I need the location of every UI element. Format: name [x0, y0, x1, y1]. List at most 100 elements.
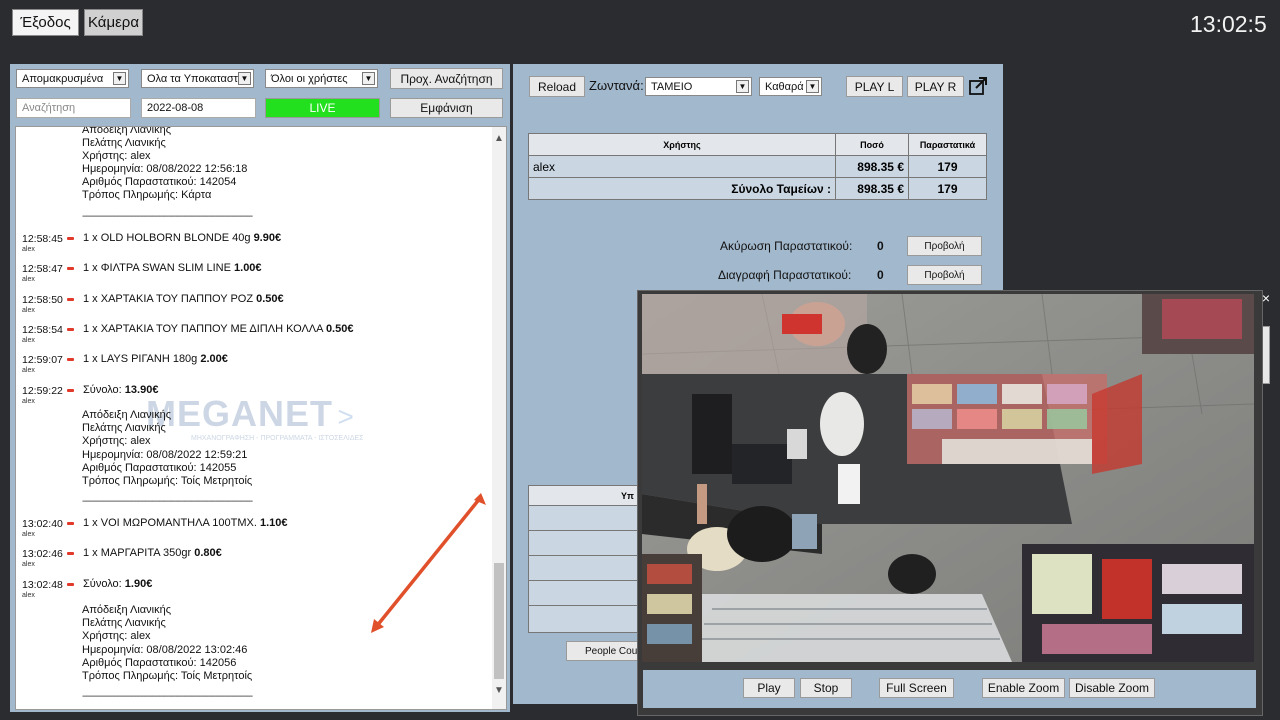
receipt-line: Τρόπος Πληρωμής: Τοίς Μετρητοίς	[82, 670, 253, 682]
play-button[interactable]: Play	[743, 678, 795, 698]
minus-icon	[67, 298, 74, 301]
separator: ----------------------------------------…	[82, 496, 253, 507]
external-link-icon[interactable]	[968, 77, 988, 96]
log-scrollbar[interactable]: ▲ ▼	[492, 127, 506, 709]
search-input[interactable]: Αναζήτηση	[16, 98, 131, 118]
entry-time: 12:58:50	[22, 294, 63, 306]
entry-user: alex	[22, 398, 35, 405]
table-row	[529, 531, 637, 556]
receipt-line: Ημερομηνία: 08/08/2022 12:56:18	[82, 163, 248, 175]
receipt-line: Πελάτης Λιανικής	[82, 137, 166, 149]
play-l-button[interactable]: PLAY L	[846, 76, 903, 97]
entry-user: alex	[22, 367, 35, 374]
enable-zoom-button[interactable]: Enable Zoom	[982, 678, 1065, 698]
entry-time: 13:02:40	[22, 518, 63, 530]
cancel-doc-label: Ακύρωση Παραστατικού:	[720, 239, 853, 253]
entry-item: 1 x VOI ΜΩΡΟΜΑΝΤΗΛΑ 100ΤΜΧ. 1.10€	[83, 517, 288, 529]
exit-button[interactable]: Έξοδος	[12, 9, 79, 36]
entry-time: 12:58:45	[22, 233, 63, 245]
camera-feed[interactable]	[642, 294, 1254, 662]
clean-select-value: Καθαρά	[765, 80, 804, 93]
view-delete-button[interactable]: Προβολή	[907, 265, 982, 285]
receipt-line: Πελάτης Λιανικής	[82, 422, 166, 434]
entry-user: alex	[22, 307, 35, 314]
separator: ----------------------------------------…	[82, 211, 253, 222]
total-docs: 179	[908, 177, 987, 200]
view-cancel-button[interactable]: Προβολή	[907, 236, 982, 256]
play-r-button[interactable]: PLAY R	[907, 76, 964, 97]
users-select[interactable]: Όλοι οι χρήστες ▼	[265, 69, 378, 88]
table-row	[529, 581, 637, 606]
date-field[interactable]: 2022-08-08	[141, 98, 256, 118]
entry-time: 12:58:54	[22, 324, 63, 336]
clock: 13:02:5	[1190, 11, 1267, 37]
cancel-doc-count: 0	[877, 239, 884, 253]
minus-icon	[67, 389, 74, 392]
advanced-search-button[interactable]: Προχ. Αναζήτηση	[390, 68, 503, 89]
entry-user: alex	[22, 246, 35, 253]
receipt-line: Ημερομηνία: 08/08/2022 12:59:21	[82, 449, 248, 461]
table-header: Παραστατικά	[908, 133, 987, 156]
receipt-line: Απόδειξη Λιανικής	[82, 126, 172, 136]
entry-item: Σύνολο: 1.90€	[83, 578, 153, 590]
entry-time: 12:58:47	[22, 263, 63, 275]
live-button[interactable]: LIVE	[265, 98, 380, 118]
user-cell: alex	[528, 155, 836, 178]
separator: ----------------------------------------…	[82, 691, 253, 702]
table-total-row: Σύνολο Ταμείων : 898.35 € 179	[528, 177, 987, 200]
total-label: Σύνολο Ταμείων :	[528, 177, 836, 200]
scroll-thumb[interactable]	[494, 563, 504, 679]
receipt-line: Χρήστης: alex	[82, 435, 151, 447]
reload-button[interactable]: Reload	[529, 76, 585, 97]
entry-time: 12:59:07	[22, 354, 63, 366]
watermark-text: MEGANET	[146, 393, 333, 434]
branch-select[interactable]: Ολα τα Υποκαταστή ▼	[141, 69, 254, 88]
entry-user: alex	[22, 531, 35, 538]
status-select[interactable]: Απομακρυσμένα ▼	[16, 69, 129, 88]
receipt-line: Αριθμός Παραστατικού: 142056	[82, 657, 237, 669]
receipt-line: Πελάτης Λιανικής	[82, 617, 166, 629]
chevron-up-icon[interactable]: ▲	[494, 133, 504, 144]
camera-button[interactable]: Κάμερα	[84, 9, 143, 36]
date-value: 2022-08-08	[147, 102, 204, 114]
receipt-line: Αριθμός Παραστατικού: 142054	[82, 176, 237, 188]
disable-zoom-button[interactable]: Disable Zoom	[1069, 678, 1155, 698]
table-row[interactable]: alex 898.35 € 179	[528, 155, 987, 178]
search-placeholder: Αναζήτηση	[22, 102, 76, 114]
meganet-watermark: MEGANET > ΜΗΧΑΝΟΓΡΑΦΗΣΗ - ΠΡΟΓΡΑΜΜΑΤΑ - …	[146, 393, 364, 442]
entry-item: 1 x OLD HOLBORN BLONDE 40g 9.90€	[83, 232, 282, 244]
hidden-table-header: Υπ	[529, 486, 637, 506]
watermark-subtitle: ΜΗΧΑΝΟΓΡΑΦΗΣΗ - ΠΡΟΓΡΑΜΜΑΤΑ - ΙΣΤΟΣΕΛΙΔΕ…	[191, 435, 364, 442]
show-button[interactable]: Εμφάνιση	[390, 98, 503, 118]
minus-icon	[67, 522, 74, 525]
chevron-down-icon: ▼	[806, 80, 819, 93]
branch-select-value: Ολα τα Υποκαταστή	[147, 72, 245, 85]
minus-icon	[67, 237, 74, 240]
annotation-arrow-icon	[371, 493, 486, 633]
transaction-log[interactable]: Απόδειξη Λιανικής Πελάτης Λιανικής Χρήστ…	[15, 126, 507, 710]
register-select[interactable]: ΤΑΜΕΙΟ ▼	[645, 77, 752, 96]
delete-doc-count: 0	[877, 268, 884, 282]
clean-select[interactable]: Καθαρά ▼	[759, 77, 822, 96]
minus-icon	[67, 328, 74, 331]
total-amount: 898.35 €	[835, 177, 909, 200]
entry-item: 1 x ΦΙΛΤΡΑ SWAN SLIM LINE 1.00€	[83, 262, 262, 274]
receipt-line: Αριθμός Παραστατικού: 142055	[82, 462, 237, 474]
table-header: Ποσό	[835, 133, 909, 156]
chevron-down-icon[interactable]: ▼	[494, 685, 504, 696]
minus-icon	[67, 267, 74, 270]
close-icon[interactable]: ×	[1258, 290, 1274, 306]
people-counter-button[interactable]: People Cou	[566, 641, 642, 661]
hidden-table: Υπ	[528, 485, 638, 633]
fullscreen-button[interactable]: Full Screen	[879, 678, 954, 698]
receipt-line: Απόδειξη Λιανικής	[82, 604, 172, 616]
minus-icon	[67, 358, 74, 361]
stop-button[interactable]: Stop	[800, 678, 852, 698]
receipt-line: Χρήστης: alex	[82, 150, 151, 162]
table-row	[529, 556, 637, 581]
entry-user: alex	[22, 592, 35, 599]
entry-item: 1 x ΧΑΡΤΑΚΙΑ ΤΟΥ ΠΑΠΠΟΥ ΜΕ ΔΙΠΛΗ ΚΟΛΛΑ 0…	[83, 323, 354, 335]
chevron-down-icon: ▼	[736, 80, 749, 93]
entry-time: 13:02:46	[22, 548, 63, 560]
register-select-value: ΤΑΜΕΙΟ	[651, 80, 693, 93]
